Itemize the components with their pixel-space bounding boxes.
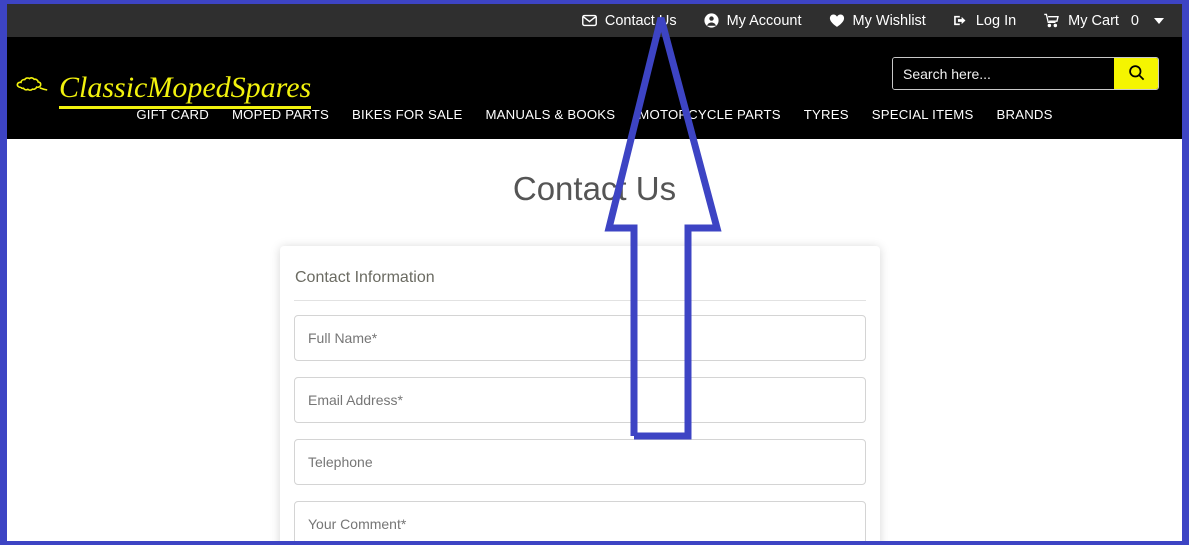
cart-item-count: 0 [1130, 12, 1139, 29]
smoke-puff-icon [15, 76, 57, 103]
nav-item-special-items[interactable]: SPECIAL ITEMS [872, 107, 974, 122]
envelope-icon [581, 12, 598, 29]
nav-item-brands[interactable]: BRANDS [996, 107, 1052, 122]
login-arrow-icon [952, 12, 969, 29]
top-utility-bar: Contact Us My Account My Wishlist Log In… [7, 4, 1182, 37]
topbar-link-my-wishlist[interactable]: My Wishlist [828, 12, 926, 29]
email-address-input[interactable] [295, 378, 865, 422]
site-header: ClassicMopedSpares GIFT CARD MOPED PARTS [7, 37, 1182, 139]
telephone-input[interactable] [295, 440, 865, 484]
topbar-link-label: My Wishlist [852, 12, 926, 29]
contact-form-card: Contact Information [280, 246, 880, 541]
nav-item-moped-parts[interactable]: MOPED PARTS [232, 107, 329, 122]
topbar-link-label: My Account [726, 12, 802, 29]
email-address-field[interactable] [294, 377, 866, 423]
main-content: Contact Us Contact Information [7, 139, 1182, 541]
topbar-link-my-account[interactable]: My Account [703, 12, 802, 29]
heart-icon [828, 12, 846, 29]
user-circle-icon [703, 12, 720, 29]
site-logo-text: ClassicMopedSpares [59, 73, 312, 109]
nav-item-gift-card[interactable]: GIFT CARD [136, 107, 209, 122]
topbar-link-label: Log In [975, 12, 1017, 29]
search-bar[interactable] [892, 57, 1159, 90]
your-comment-field[interactable] [294, 501, 866, 541]
contact-information-heading: Contact Information [294, 262, 866, 301]
page-root: Contact Us My Account My Wishlist Log In… [0, 0, 1189, 545]
search-input[interactable] [893, 58, 1114, 89]
topbar-link-label: My Cart [1068, 12, 1119, 29]
search-icon [1127, 63, 1146, 85]
nav-item-tyres[interactable]: TYRES [804, 107, 849, 122]
chevron-down-icon[interactable] [1154, 17, 1164, 24]
shopping-cart-icon [1042, 12, 1061, 29]
nav-item-bikes-for-sale[interactable]: BIKES FOR SALE [352, 107, 463, 122]
full-name-input[interactable] [295, 316, 865, 360]
topbar-link-log-in[interactable]: Log In [952, 12, 1016, 29]
main-navigation: GIFT CARD MOPED PARTS BIKES FOR SALE MAN… [7, 107, 1182, 122]
browser-viewport: Contact Us My Account My Wishlist Log In… [7, 4, 1182, 541]
your-comment-textarea[interactable] [295, 502, 865, 541]
topbar-link-contact-us[interactable]: Contact Us [581, 12, 677, 29]
nav-item-manuals-and-books[interactable]: MANUALS & BOOKS [486, 107, 616, 122]
nav-item-motorcycle-parts[interactable]: MOTORCYCLE PARTS [638, 107, 780, 122]
topbar-link-label: Contact Us [604, 12, 677, 29]
topbar-link-my-cart[interactable]: My Cart 0 [1042, 12, 1164, 29]
site-logo[interactable]: ClassicMopedSpares [15, 73, 312, 109]
page-title: Contact Us [512, 170, 677, 207]
search-button[interactable] [1114, 58, 1158, 89]
full-name-field[interactable] [294, 315, 866, 361]
telephone-field[interactable] [294, 439, 866, 485]
